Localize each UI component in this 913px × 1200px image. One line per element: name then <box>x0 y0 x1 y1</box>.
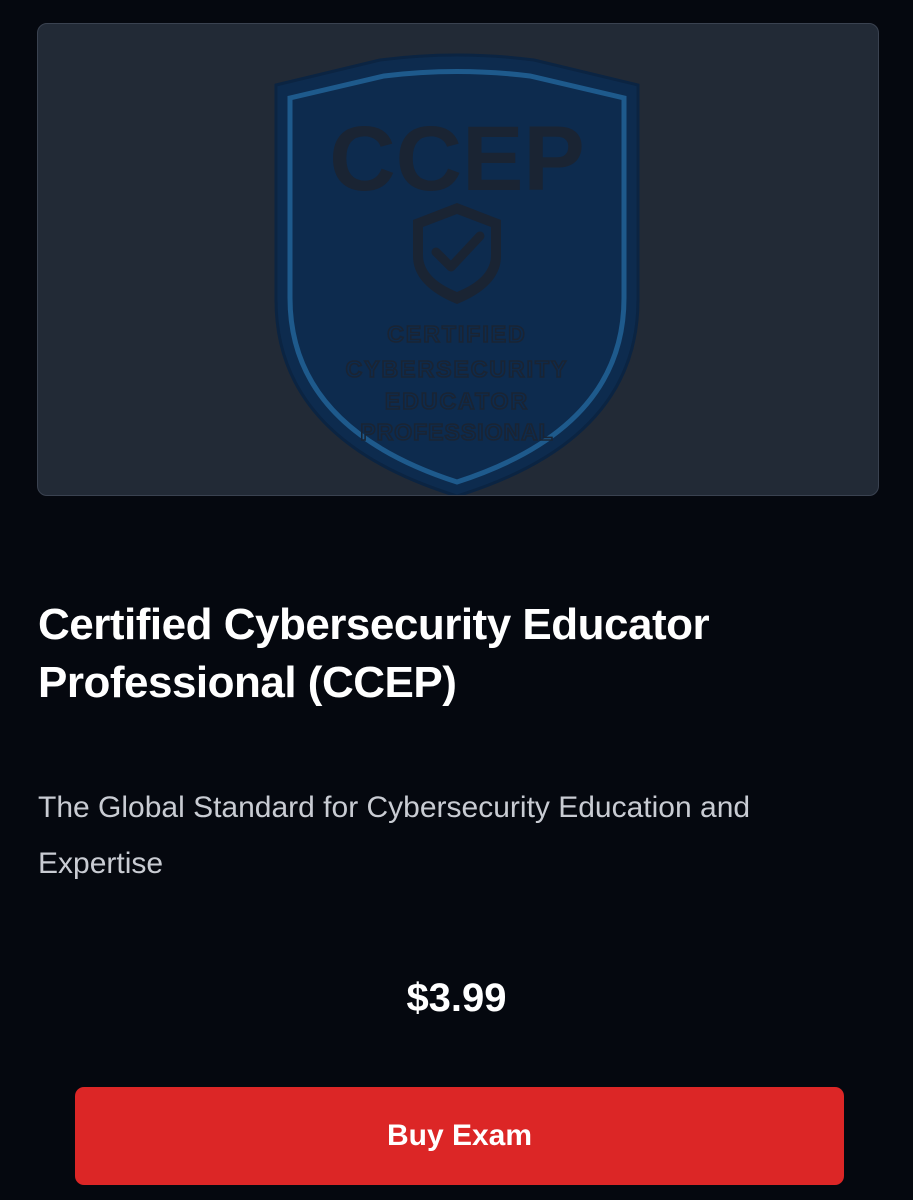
product-subtitle: The Global Standard for Cybersecurity Ed… <box>38 791 751 880</box>
badge-line-professional: PROFESSIONAL <box>360 419 553 445</box>
ccep-shield-badge: CCEP CERTIFIED CYBERSECURITY EDUCATOR PR… <box>274 53 640 495</box>
certification-badge-image: CCEP CERTIFIED CYBERSECURITY EDUCATOR PR… <box>37 23 879 496</box>
buy-exam-button[interactable]: Buy Exam <box>75 1087 844 1185</box>
badge-line-cybersecurity: CYBERSECURITY <box>346 356 569 382</box>
badge-acronym: CCEP <box>329 108 585 210</box>
product-title: Certified Cybersecurity Educator Profess… <box>38 600 710 707</box>
badge-line-educator: EDUCATOR <box>385 388 529 414</box>
product-price: $3.99 <box>406 976 507 1020</box>
badge-line-certified: CERTIFIED <box>387 321 526 347</box>
